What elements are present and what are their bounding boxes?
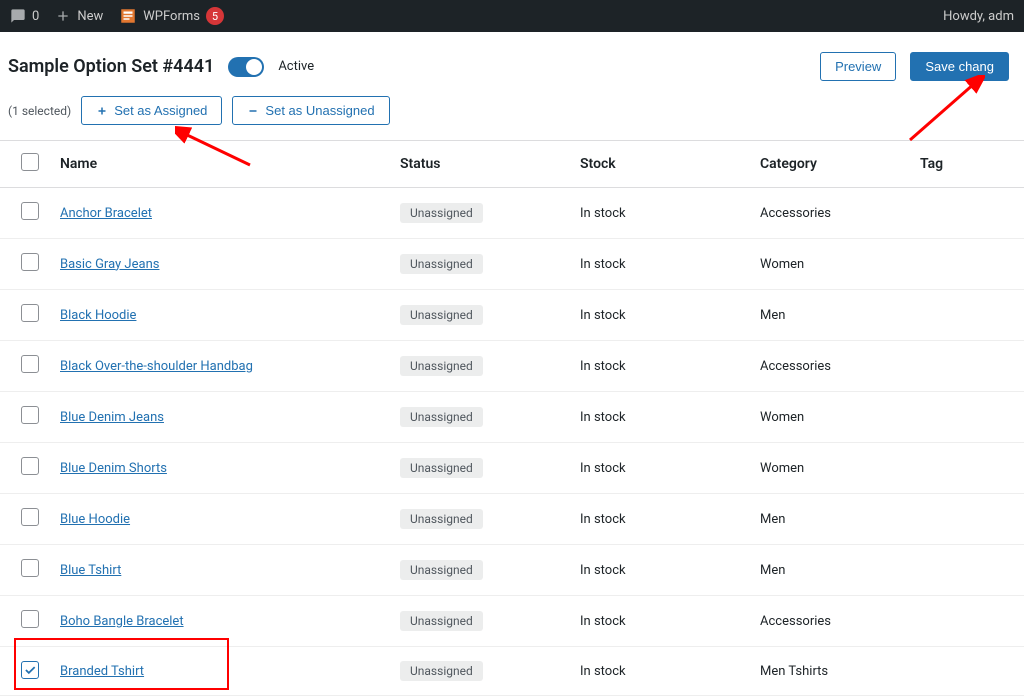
stock-value: In stock [580, 512, 626, 527]
header-checkbox-cell [0, 141, 50, 188]
stock-value: In stock [580, 359, 626, 374]
products-table: Name Status Stock Category Tag Anchor Br… [0, 140, 1024, 696]
category-value: Men [760, 512, 785, 527]
set-unassigned-button[interactable]: Set as Unassigned [232, 96, 389, 125]
active-label: Active [278, 59, 314, 74]
product-name-link[interactable]: Boho Bangle Bracelet [60, 614, 184, 629]
status-chip: Unassigned [400, 560, 483, 580]
category-value: Accessories [760, 206, 831, 221]
row-checkbox[interactable] [21, 304, 39, 322]
plus-icon [96, 105, 108, 117]
howdy-label: Howdy, adm [943, 9, 1014, 24]
product-name-link[interactable]: Blue Hoodie [60, 512, 130, 527]
admin-bar-wpforms[interactable]: WPForms 5 [119, 7, 224, 25]
header-category[interactable]: Category [750, 141, 910, 188]
row-checkbox[interactable] [21, 253, 39, 271]
wpforms-icon [119, 7, 137, 25]
save-changes-button[interactable]: Save chang [910, 52, 1009, 81]
category-value: Men [760, 563, 785, 578]
product-name-link[interactable]: Basic Gray Jeans [60, 257, 159, 272]
table-row: Blue Denim Shorts Unassigned In stock Wo… [0, 443, 1024, 494]
wpforms-label: WPForms [143, 9, 200, 24]
table-row: Boho Bangle Bracelet Unassigned In stock… [0, 596, 1024, 647]
status-chip: Unassigned [400, 305, 483, 325]
new-label: New [77, 9, 103, 24]
header-stock[interactable]: Stock [570, 141, 750, 188]
stock-value: In stock [580, 563, 626, 578]
category-value: Women [760, 257, 804, 272]
header-name[interactable]: Name [50, 141, 390, 188]
admin-bar: 0 New WPForms 5 Howdy, adm [0, 0, 1024, 32]
wpforms-count-badge: 5 [206, 7, 224, 25]
product-name-link[interactable]: Black Hoodie [60, 308, 136, 323]
preview-button[interactable]: Preview [820, 52, 896, 81]
row-checkbox[interactable] [21, 202, 39, 220]
header-tag[interactable]: Tag [910, 141, 1024, 188]
page-title: Sample Option Set #4441 [8, 56, 214, 77]
table-row: Basic Gray Jeans Unassigned In stock Wom… [0, 239, 1024, 290]
table-row: Branded Tshirt Unassigned In stock Men T… [0, 647, 1024, 696]
row-checkbox[interactable] [21, 661, 39, 679]
stock-value: In stock [580, 206, 626, 221]
row-checkbox[interactable] [21, 508, 39, 526]
table-row: Anchor Bracelet Unassigned In stock Acce… [0, 188, 1024, 239]
category-value: Accessories [760, 359, 831, 374]
select-all-checkbox[interactable] [21, 153, 39, 171]
product-name-link[interactable]: Branded Tshirt [60, 664, 144, 679]
product-name-link[interactable]: Anchor Bracelet [60, 206, 152, 221]
table-row: Black Hoodie Unassigned In stock Men [0, 290, 1024, 341]
status-chip: Unassigned [400, 356, 483, 376]
comments-count: 0 [32, 9, 39, 24]
product-name-link[interactable]: Blue Denim Jeans [60, 410, 164, 425]
row-checkbox[interactable] [21, 355, 39, 373]
table-row: Blue Hoodie Unassigned In stock Men [0, 494, 1024, 545]
stock-value: In stock [580, 410, 626, 425]
status-chip: Unassigned [400, 661, 483, 681]
header-status[interactable]: Status [390, 141, 570, 188]
status-chip: Unassigned [400, 611, 483, 631]
product-name-link[interactable]: Blue Denim Shorts [60, 461, 167, 476]
product-name-link[interactable]: Blue Tshirt [60, 563, 121, 578]
stock-value: In stock [580, 308, 626, 323]
stock-value: In stock [580, 257, 626, 272]
bulk-action-row: (1 selected) Set as Assigned Set as Unas… [0, 96, 1024, 140]
selected-count: (1 selected) [8, 104, 71, 118]
table-row: Blue Denim Jeans Unassigned In stock Wom… [0, 392, 1024, 443]
category-value: Men [760, 308, 785, 323]
table-row: Blue Tshirt Unassigned In stock Men [0, 545, 1024, 596]
category-value: Men Tshirts [760, 664, 828, 679]
set-assigned-button[interactable]: Set as Assigned [81, 96, 222, 125]
active-toggle[interactable] [228, 57, 264, 77]
status-chip: Unassigned [400, 509, 483, 529]
admin-bar-comments[interactable]: 0 [10, 8, 39, 24]
admin-bar-howdy[interactable]: Howdy, adm [943, 9, 1014, 24]
status-chip: Unassigned [400, 254, 483, 274]
row-checkbox[interactable] [21, 406, 39, 424]
comment-icon [10, 8, 26, 24]
table-row: Black Over-the-shoulder Handbag Unassign… [0, 341, 1024, 392]
stock-value: In stock [580, 614, 626, 629]
row-checkbox[interactable] [21, 610, 39, 628]
set-assigned-label: Set as Assigned [114, 103, 207, 118]
status-chip: Unassigned [400, 407, 483, 427]
stock-value: In stock [580, 461, 626, 476]
header-row: Sample Option Set #4441 Active Preview S… [0, 32, 1024, 96]
product-name-link[interactable]: Black Over-the-shoulder Handbag [60, 359, 253, 374]
plus-icon [55, 8, 71, 24]
status-chip: Unassigned [400, 203, 483, 223]
stock-value: In stock [580, 664, 626, 679]
category-value: Women [760, 461, 804, 476]
category-value: Accessories [760, 614, 831, 629]
admin-bar-new[interactable]: New [55, 8, 103, 24]
set-unassigned-label: Set as Unassigned [265, 103, 374, 118]
status-chip: Unassigned [400, 458, 483, 478]
minus-icon [247, 105, 259, 117]
row-checkbox[interactable] [21, 457, 39, 475]
category-value: Women [760, 410, 804, 425]
row-checkbox[interactable] [21, 559, 39, 577]
